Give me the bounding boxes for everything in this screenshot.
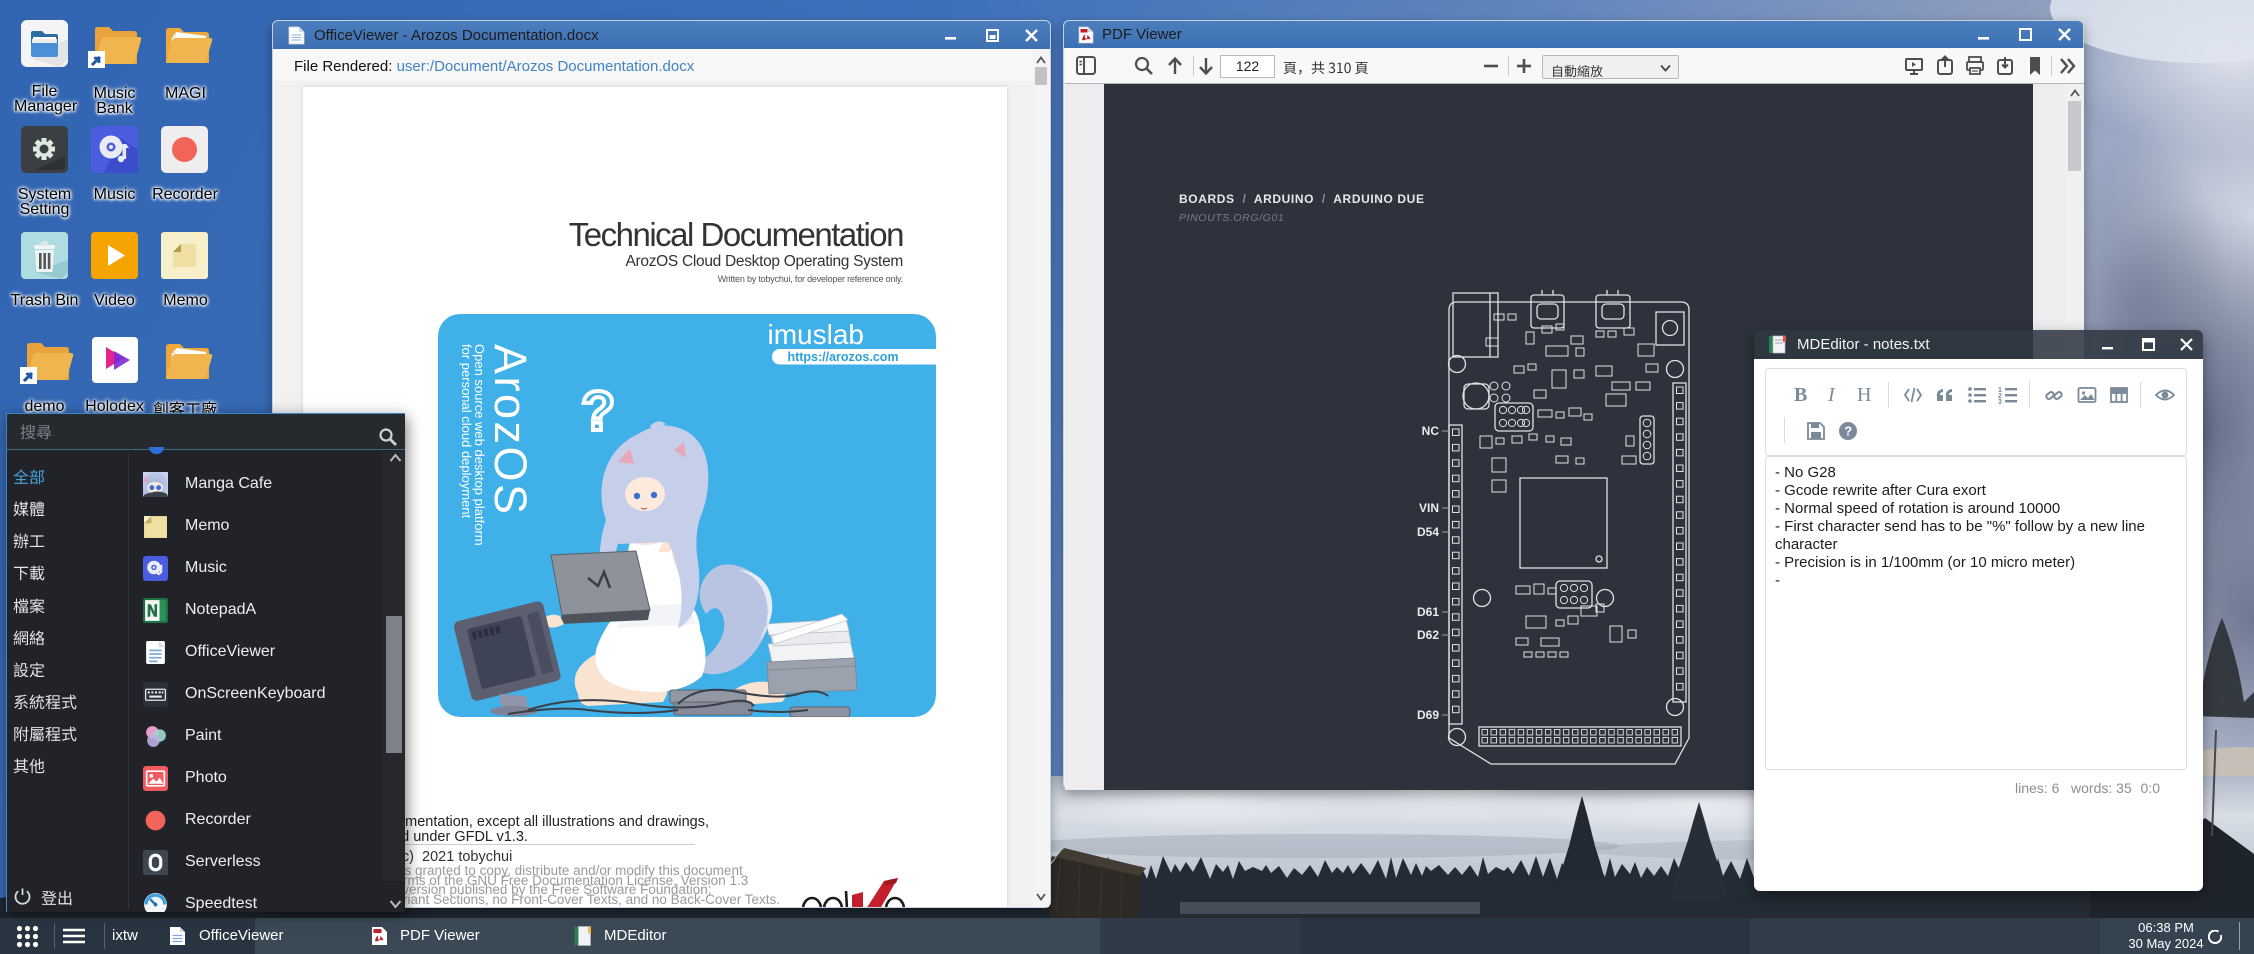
svg-text:D61: D61 <box>1417 605 1439 619</box>
svg-text:ArozOS: ArozOS <box>485 344 536 517</box>
svg-text:3: 3 <box>1998 399 2002 405</box>
svg-text:NC: NC <box>1422 424 1440 438</box>
svg-text:https://arozos.com: https://arozos.com <box>787 350 898 364</box>
svg-text:for personal cloud deploymentO: for personal cloud deploymentOpen source… <box>459 344 487 546</box>
svg-text:VIN: VIN <box>1419 501 1439 515</box>
svg-text:D62: D62 <box>1417 628 1439 642</box>
svg-text:imuslab: imuslab <box>768 319 864 350</box>
svg-text:?: ? <box>581 379 615 442</box>
svg-text:?: ? <box>1844 424 1852 439</box>
svg-text:D69: D69 <box>1417 708 1439 722</box>
svg-text:D54: D54 <box>1417 525 1439 539</box>
